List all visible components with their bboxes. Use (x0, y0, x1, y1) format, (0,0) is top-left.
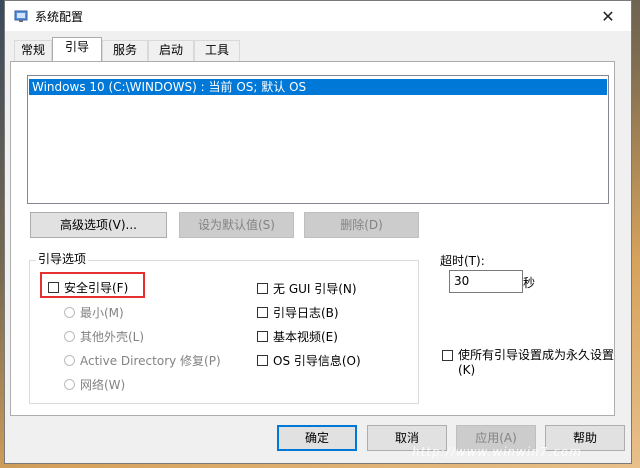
no-gui-boot-label: 无 GUI 引导(N) (273, 282, 357, 296)
boot-log-label: 引导日志(B) (273, 306, 339, 320)
checkbox-box[interactable] (257, 355, 268, 366)
title-bar[interactable]: 系统配置 ✕ (5, 1, 631, 31)
boot-options-label: 引导选项 (36, 250, 89, 267)
delete-button[interactable]: 删除(D) (304, 212, 419, 238)
os-boot-info-label: OS 引导信息(O) (273, 354, 361, 368)
radio-circle[interactable] (64, 355, 75, 366)
safe-boot-label: 安全引导(F) (64, 281, 129, 295)
alternate-shell-label: 其他外壳(L) (80, 330, 145, 344)
timeout-label: 超时(T): (440, 254, 485, 268)
timeout-unit: 秒 (523, 276, 536, 290)
ad-repair-radio[interactable]: Active Directory 修复(P) (64, 352, 221, 369)
window-title: 系统配置 (35, 10, 84, 24)
network-label: 网络(W) (80, 378, 126, 392)
tab-startup[interactable]: 启动 (148, 40, 194, 61)
set-default-button[interactable]: 设为默认值(S) (179, 212, 294, 238)
radio-circle[interactable] (64, 331, 75, 342)
checkbox-box[interactable] (257, 331, 268, 342)
base-video-label: 基本视频(E) (273, 330, 338, 344)
tab-boot[interactable]: 引导 (52, 37, 102, 61)
make-permanent-label-line1: 使所有引导设置成为永久设置 (458, 348, 615, 362)
ad-repair-label: Active Directory 修复(P) (80, 354, 221, 368)
tab-services[interactable]: 服务 (102, 40, 148, 61)
advanced-options-button[interactable]: 高级选项(V)... (30, 212, 167, 238)
minimal-label: 最小(M) (80, 306, 124, 320)
tab-tools[interactable]: 工具 (194, 40, 240, 61)
radio-circle[interactable] (64, 379, 75, 390)
timeout-input[interactable]: 30 (449, 270, 523, 293)
os-list-item-selected[interactable]: Windows 10 (C:\WINDOWS) : 当前 OS; 默认 OS (29, 79, 607, 95)
no-gui-boot-checkbox[interactable]: 无 GUI 引导(N) (257, 280, 357, 297)
radio-circle[interactable] (64, 307, 75, 318)
make-permanent-label: 使所有引导设置成为永久设置 (K) (458, 348, 614, 378)
boot-log-checkbox[interactable]: 引导日志(B) (257, 304, 339, 321)
os-list[interactable]: Windows 10 (C:\WINDOWS) : 当前 OS; 默认 OS (27, 75, 609, 204)
close-icon[interactable]: ✕ (585, 1, 631, 31)
checkbox-box[interactable] (442, 350, 453, 361)
watermark: http://www.winwin7.com (412, 445, 582, 459)
alternate-shell-radio[interactable]: 其他外壳(L) (64, 328, 144, 345)
safe-boot-checkbox[interactable]: 安全引导(F) (48, 279, 128, 296)
checkbox-box[interactable] (48, 282, 59, 293)
ok-button[interactable]: 确定 (277, 425, 357, 451)
msconfig-icon (14, 10, 28, 22)
make-permanent-label-line2: (K) (458, 363, 476, 377)
network-radio[interactable]: 网络(W) (64, 376, 125, 393)
make-permanent-checkbox[interactable]: 使所有引导设置成为永久设置 (K) (442, 348, 614, 378)
tab-general[interactable]: 常规 (14, 40, 52, 61)
minimal-radio[interactable]: 最小(M) (64, 304, 124, 321)
checkbox-box[interactable] (257, 307, 268, 318)
base-video-checkbox[interactable]: 基本视频(E) (257, 328, 338, 345)
checkbox-box[interactable] (257, 283, 268, 294)
os-boot-info-checkbox[interactable]: OS 引导信息(O) (257, 352, 361, 369)
